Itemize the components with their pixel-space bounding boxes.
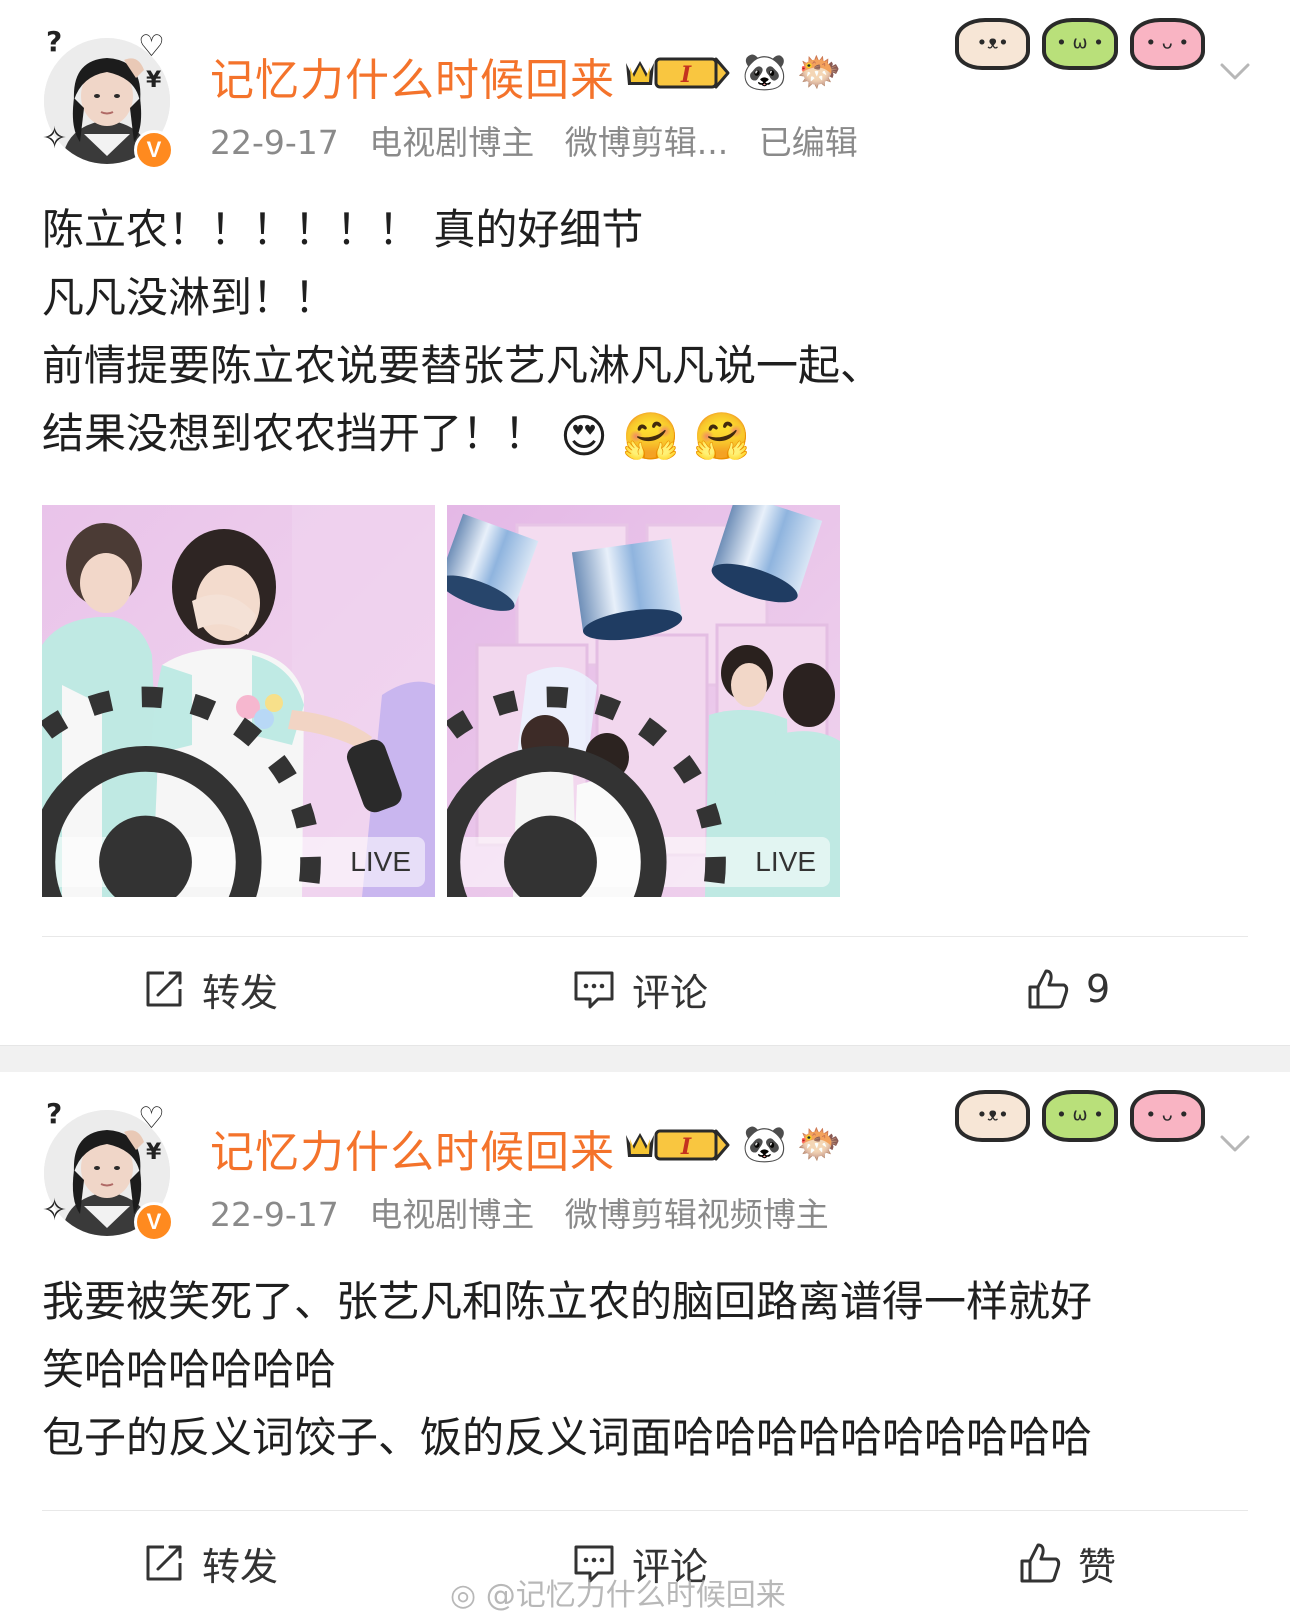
member-level-text: I: [680, 62, 692, 88]
frog-face-sticker: • ω •: [1042, 1090, 1118, 1142]
live-photo-badge[interactable]: LIVE: [42, 686, 425, 897]
username[interactable]: 记忆力什么时候回来: [210, 1116, 615, 1180]
fan-stickers[interactable]: •ᴥ• • ω • • ᴗ •: [955, 18, 1205, 74]
post-text-line: 包子的反义词饺子、饭的反义词面哈哈哈哈哈哈哈哈哈哈: [42, 1413, 1093, 1462]
user-tag: 微博剪辑...: [564, 123, 729, 162]
user-badges: I 🐼 🐡: [622, 50, 842, 96]
post-image[interactable]: LIVE: [42, 505, 435, 897]
frog-face-sticker: • ω •: [1042, 18, 1118, 70]
comment-label: 评论: [632, 970, 709, 1015]
user-tag: 电视剧博主: [369, 123, 535, 162]
verified-badge: V: [134, 1202, 174, 1242]
pig-face-sticker: •ᴥ•: [955, 18, 1031, 70]
post-image[interactable]: LIVE: [447, 505, 840, 897]
post-text-line: 陈立农！！！！！！ 真的好细节: [42, 205, 644, 254]
hug-emoji-icon: 🤗: [693, 409, 751, 463]
heart-icon: ♡: [138, 29, 165, 64]
user-tag: 微博剪辑视频博主: [564, 1195, 829, 1234]
thumbs-up-icon: [1020, 1543, 1061, 1583]
scribble-icon: ¥: [146, 1140, 162, 1165]
live-photo-badge[interactable]: LIVE: [447, 686, 830, 897]
post-text-line: 凡凡没淋到！！: [42, 273, 337, 322]
goldfish-icon[interactable]: 🐡: [797, 53, 842, 93]
pink-pig-sticker: • ᴗ •: [1129, 1090, 1205, 1142]
chevron-down-icon[interactable]: [1218, 1126, 1252, 1160]
weibo-post: ? ♡ ¥ ✧ V 记忆力什么时候回来 I 🐼 🐡 22-9-17 电视剧博主 …: [0, 0, 1290, 1045]
live-label: LIVE: [755, 846, 816, 877]
repost-icon: [146, 971, 182, 1007]
divider: [42, 1510, 1248, 1511]
repost-label: 转发: [202, 970, 279, 1015]
chevron-down-icon[interactable]: [1218, 54, 1252, 88]
post-separator: [0, 1045, 1290, 1073]
post-date: 22-9-17: [210, 123, 339, 162]
post-meta: 22-9-17 电视剧博主 微博剪辑视频博主: [210, 1188, 849, 1236]
repost-label: 转发: [202, 1544, 279, 1589]
repost-button[interactable]: 转发: [142, 1538, 279, 1589]
hug-emoji-icon: 🤗: [621, 409, 680, 463]
member-level-text: I: [680, 1134, 692, 1160]
live-photo-icon: [42, 686, 322, 897]
fan-stickers[interactable]: •ᴥ• • ω • • ᴗ •: [955, 1090, 1205, 1146]
post-text-line: 我要被笑死了、张艺凡和陈立农的脑回路离谱得一样就好: [42, 1277, 1093, 1326]
post-text-line: 前情提要陈立农说要替张艺凡淋凡凡说一起、: [42, 341, 883, 390]
weibo-watermark: ◎ @记忆力什么时候回来: [450, 1570, 786, 1614]
like-button[interactable]: 赞: [1018, 1538, 1117, 1589]
comment-icon: [574, 971, 614, 1009]
edited-label[interactable]: 已编辑: [759, 123, 858, 162]
repost-button[interactable]: 转发: [142, 964, 279, 1015]
user-tag: 电视剧博主: [369, 1195, 535, 1234]
comment-button[interactable]: 评论: [572, 964, 709, 1015]
post-meta: 22-9-17 电视剧博主 微博剪辑... 已编辑: [210, 116, 878, 164]
watermark-text: @记忆力什么时候回来: [485, 1578, 786, 1613]
pink-pig-sticker: • ᴗ •: [1129, 18, 1205, 70]
heart-icon: ♡: [138, 1101, 165, 1136]
live-label: LIVE: [350, 846, 411, 877]
panda-icon[interactable]: 🐼: [742, 1125, 787, 1165]
live-photo-icon: [447, 686, 727, 897]
post-text: 我要被笑死了、张艺凡和陈立农的脑回路离谱得一样就好 笑哈哈哈哈哈哈 包子的反义词…: [42, 1268, 1252, 1472]
scribble-icon: ¥: [146, 68, 162, 93]
like-count: 9: [1086, 967, 1111, 1011]
divider: [42, 936, 1248, 937]
user-badges: I 🐼 🐡: [622, 1122, 842, 1168]
post-text-line: 结果没想到农农挡开了！！: [42, 409, 547, 458]
avatar[interactable]: ? ♡ ¥ ✧ V: [38, 1097, 178, 1242]
pig-face-sticker: •ᴥ•: [955, 1090, 1031, 1142]
username[interactable]: 记忆力什么时候回来: [210, 44, 615, 108]
question-mark-icon: ?: [46, 25, 63, 58]
goldfish-icon[interactable]: 🐡: [797, 1125, 842, 1165]
vip-member-badge[interactable]: I: [622, 53, 732, 93]
like-label: 赞: [1078, 1544, 1117, 1589]
thumbs-up-icon: [1028, 969, 1069, 1009]
vip-member-badge[interactable]: I: [622, 1125, 732, 1165]
heart-eyes-emoji-icon: 😍: [560, 409, 608, 463]
weibo-post: ? ♡ ¥ ✧ V 记忆力什么时候回来 I 🐼 🐡 22-9-17 电视剧博主 …: [0, 1072, 1290, 1624]
repost-icon: [146, 1545, 182, 1581]
post-date: 22-9-17: [210, 1195, 339, 1234]
post-text-line: 笑哈哈哈哈哈哈: [42, 1345, 337, 1394]
question-mark-icon: ?: [46, 1097, 63, 1130]
verified-badge: V: [134, 130, 174, 170]
like-button[interactable]: 9: [1026, 964, 1110, 1014]
panda-icon[interactable]: 🐼: [742, 53, 787, 93]
sparkle-icon: ✧: [42, 121, 68, 156]
post-text-line-with-emoji: 结果没想到农农挡开了！！ 😍 🤗 🤗: [42, 400, 1252, 470]
post-text: 陈立农！！！！！！ 真的好细节 凡凡没淋到！！ 前情提要陈立农说要替张艺凡淋凡凡…: [42, 196, 1252, 470]
weibo-logo-icon: ◎: [450, 1578, 477, 1613]
avatar[interactable]: ? ♡ ¥ ✧ V: [38, 25, 178, 170]
sparkle-icon: ✧: [42, 1193, 68, 1228]
